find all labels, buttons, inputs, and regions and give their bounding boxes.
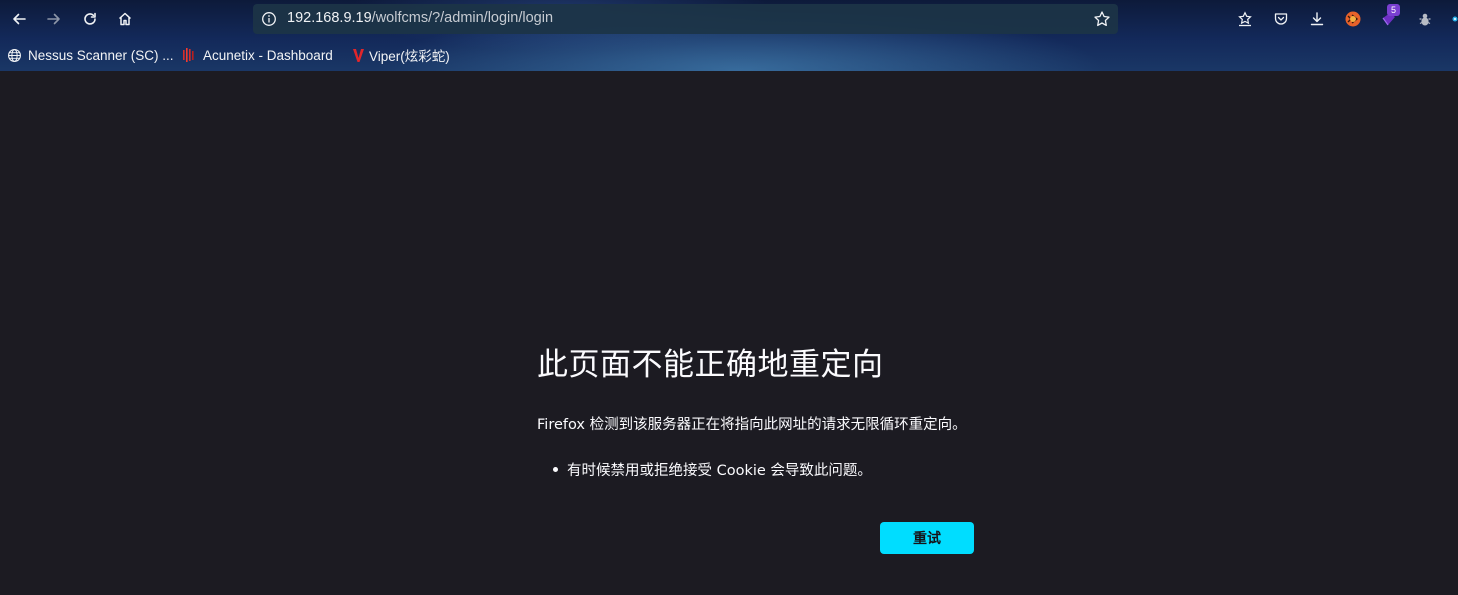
retry-button[interactable]: 重试: [880, 522, 974, 554]
url-text[interactable]: 192.168.9.19/wolfcms/?/admin/login/login: [287, 10, 553, 26]
bookmarks-toolbar: Nessus Scanner (SC) ... Acunetix - Dashb…: [0, 40, 1458, 70]
acunetix-icon: [182, 47, 197, 63]
bug-extension-icon: [1419, 13, 1431, 26]
reload-button[interactable]: [76, 5, 104, 33]
site-info-button[interactable]: [261, 11, 277, 31]
bookmark-label: Acunetix - Dashboard: [203, 47, 333, 63]
pocket-button[interactable]: [1269, 7, 1293, 31]
fox-extension-icon: [1345, 11, 1361, 27]
back-arrow-icon: [13, 13, 26, 25]
home-button[interactable]: [111, 5, 139, 33]
bookmark-acunetix[interactable]: Acunetix - Dashboard: [182, 45, 333, 65]
bookmark-viper[interactable]: Viper(炫彩蛇): [352, 45, 450, 65]
fox-extension-button[interactable]: [1341, 7, 1365, 31]
page-content: 此页面不能正确地重定向 Firefox 检测到该服务器正在将指向此网址的请求无限…: [0, 71, 1458, 595]
address-bar[interactable]: 192.168.9.19/wolfcms/?/admin/login/login: [253, 4, 1118, 34]
forward-arrow-icon: [47, 13, 60, 25]
suggestion-item: 有时候禁用或拒绝接受 Cookie 会导致此问题。: [553, 459, 872, 480]
library-icon: [1238, 11, 1252, 27]
url-host: 192.168.9.19: [287, 10, 372, 26]
bookmark-nessus[interactable]: Nessus Scanner (SC) ...: [7, 45, 174, 65]
browser-chrome: 192.168.9.19/wolfcms/?/admin/login/login: [0, 0, 1458, 71]
firefox-account-icon: [1452, 16, 1458, 22]
extension-badge: 5: [1387, 4, 1400, 16]
star-icon: [1094, 11, 1110, 27]
reload-icon: [84, 12, 96, 25]
downloads-button[interactable]: [1305, 7, 1329, 31]
globe-icon: [7, 48, 22, 63]
pocket-icon: [1274, 13, 1288, 25]
library-button[interactable]: [1233, 7, 1257, 31]
account-button[interactable]: [1446, 7, 1458, 31]
bookmark-label: Viper(炫彩蛇): [369, 49, 450, 64]
url-path: /wolfcms/?/admin/login/login: [371, 10, 554, 26]
bug-extension-button[interactable]: [1413, 7, 1437, 31]
navigation-toolbar: 192.168.9.19/wolfcms/?/admin/login/login: [0, 0, 1458, 38]
home-icon: [118, 12, 132, 26]
info-icon: [262, 12, 276, 26]
back-button[interactable]: [5, 5, 33, 33]
error-title: 此页面不能正确地重定向: [537, 347, 884, 383]
viper-v-icon: [352, 47, 365, 63]
bookmark-label: Nessus Scanner (SC) ...: [28, 47, 174, 63]
error-description: Firefox 检测到该服务器正在将指向此网址的请求无限循环重定向。: [537, 417, 967, 433]
download-icon: [1310, 12, 1324, 26]
bookmark-star-button[interactable]: [1093, 10, 1111, 32]
error-suggestions: 有时候禁用或拒绝接受 Cookie 会导致此问题。: [553, 459, 872, 480]
forward-button[interactable]: [40, 5, 68, 33]
